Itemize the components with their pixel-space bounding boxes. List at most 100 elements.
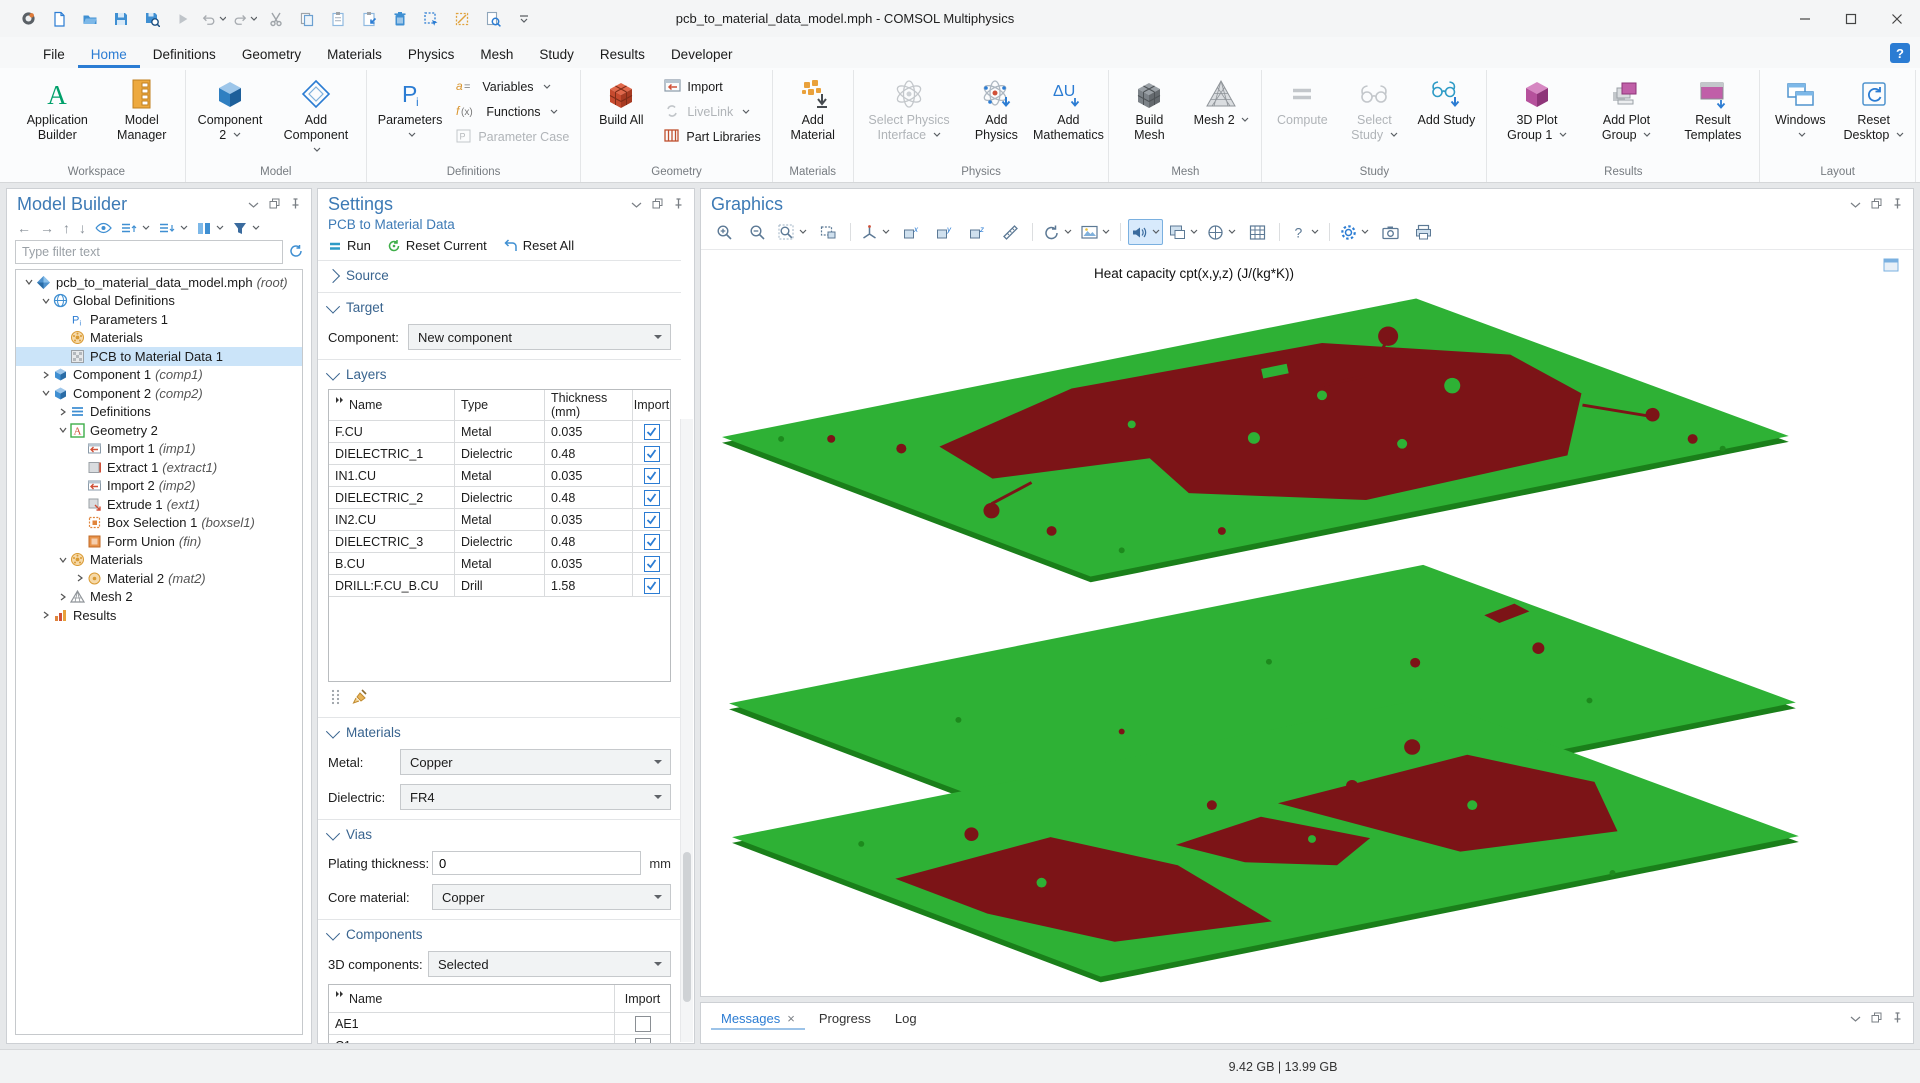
- delete-icon[interactable]: [388, 7, 412, 31]
- layers-table-row[interactable]: B.CUMetal0.035: [329, 553, 670, 575]
- ribbon-button-mesh-2[interactable]: Mesh 2: [1186, 70, 1256, 165]
- import-checkbox[interactable]: [644, 512, 660, 528]
- ribbon-button-add-plot-group[interactable]: Add Plot Group: [1583, 70, 1669, 165]
- zoom-extents-icon[interactable]: [775, 219, 810, 245]
- import-checkbox[interactable]: [644, 556, 660, 572]
- ribbon-button-reset-desktop[interactable]: Reset Desktop: [1837, 70, 1910, 165]
- ribbon-button-component-2[interactable]: Component 2: [191, 70, 269, 165]
- core-material-select[interactable]: Copper: [432, 884, 671, 910]
- refresh-icon[interactable]: [289, 244, 303, 261]
- tree-item-mesh-2[interactable]: Mesh 2: [16, 588, 302, 607]
- tree-item-form-union[interactable]: Form Union(fin): [16, 532, 302, 551]
- ribbon-button-build-all[interactable]: Build All: [586, 70, 656, 165]
- tree-item-import-1[interactable]: Import 1(imp1): [16, 440, 302, 459]
- ribbon-button-variables[interactable]: a=Variables: [452, 78, 573, 96]
- open-icon[interactable]: [78, 7, 102, 31]
- cut-icon[interactable]: [264, 7, 288, 31]
- minimize-button[interactable]: [1782, 0, 1828, 37]
- ribbon-button-result-templates[interactable]: Result Templates: [1672, 70, 1755, 165]
- window-layout-icon[interactable]: [1166, 219, 1201, 245]
- import-checkbox[interactable]: [644, 534, 660, 550]
- paste-into-icon[interactable]: [357, 7, 381, 31]
- zoom-out-icon[interactable]: [742, 219, 772, 245]
- rotate-icon[interactable]: [1040, 219, 1075, 245]
- new-file-icon[interactable]: [47, 7, 71, 31]
- panel-menu-icon[interactable]: [248, 197, 259, 212]
- plot-settings-icon[interactable]: [1337, 219, 1372, 245]
- expander-open-icon[interactable]: [39, 297, 52, 305]
- tree-item-parameters-1[interactable]: PiParameters 1: [16, 310, 302, 329]
- scene-image-icon[interactable]: [1078, 219, 1113, 245]
- ribbon-button-add-physics[interactable]: Add Physics: [961, 70, 1031, 165]
- layers-table-row[interactable]: DIELECTRIC_2Dielectric0.48: [329, 487, 670, 509]
- expander-open-icon[interactable]: [39, 389, 52, 397]
- deselect-icon[interactable]: [450, 7, 474, 31]
- import-checkbox[interactable]: [635, 1038, 651, 1044]
- snapshot-icon[interactable]: [1375, 219, 1405, 245]
- move-down-icon[interactable]: ↓: [79, 220, 86, 236]
- customize-icon[interactable]: [512, 7, 536, 31]
- measure-icon[interactable]: [995, 219, 1025, 245]
- expander-open-icon[interactable]: [22, 278, 35, 286]
- tree-item-material-2[interactable]: Material 2(mat2): [16, 569, 302, 588]
- panel-menu-icon[interactable]: [1850, 1011, 1861, 1026]
- run-button[interactable]: Run: [328, 238, 371, 253]
- tab-messages[interactable]: Messages×: [711, 1007, 805, 1030]
- tree-item-geometry-2[interactable]: AGeometry 2: [16, 421, 302, 440]
- ribbon-button-build-mesh[interactable]: Build Mesh: [1114, 70, 1184, 165]
- section-target-header[interactable]: Target: [328, 300, 671, 315]
- settings-scrollbar[interactable]: [680, 419, 693, 1042]
- close-button[interactable]: [1874, 0, 1920, 37]
- tree-item-materials[interactable]: Materials: [16, 329, 302, 348]
- view-along-z-icon[interactable]: z: [962, 219, 992, 245]
- menu-tab-developer[interactable]: Developer: [658, 42, 746, 68]
- close-icon[interactable]: ×: [787, 1011, 795, 1026]
- layers-table-row[interactable]: IN2.CUMetal0.035: [329, 509, 670, 531]
- panel-menu-icon[interactable]: [631, 197, 642, 212]
- layers-table-row[interactable]: DIELECTRIC_1Dielectric0.48: [329, 443, 670, 465]
- panel-pin-icon[interactable]: [673, 197, 684, 212]
- expander-closed-icon[interactable]: [56, 593, 69, 601]
- ribbon-button-livelink[interactable]: LiveLink: [660, 103, 764, 121]
- zoom-in-icon[interactable]: [709, 219, 739, 245]
- expander-closed-icon[interactable]: [39, 371, 52, 379]
- reset-all-button[interactable]: Reset All: [503, 238, 574, 253]
- zoom-box-icon[interactable]: [813, 219, 843, 245]
- panel-float-icon[interactable]: [652, 197, 663, 212]
- redo-icon[interactable]: [233, 7, 257, 31]
- menu-tab-results[interactable]: Results: [587, 42, 658, 68]
- graphics-canvas[interactable]: Heat capacity cpt(x,y,z) (J/(kg*K)): [701, 250, 1913, 996]
- clear-table-icon[interactable]: [352, 688, 370, 708]
- import-checkbox[interactable]: [644, 424, 660, 440]
- component-select[interactable]: New component: [408, 324, 671, 350]
- orientation-icon[interactable]: [1204, 219, 1239, 245]
- tree-item-definitions[interactable]: Definitions: [16, 403, 302, 422]
- 3d-components-select[interactable]: Selected: [428, 951, 671, 977]
- section-layers-header[interactable]: Layers: [328, 367, 671, 382]
- panel-pin-icon[interactable]: [1892, 197, 1903, 212]
- panel-float-icon[interactable]: [1871, 1011, 1882, 1026]
- components-table-row[interactable]: AE1: [329, 1013, 670, 1035]
- section-source-header[interactable]: Source: [328, 268, 671, 283]
- plot-table-icon[interactable]: [1242, 219, 1272, 245]
- help-icon[interactable]: ?: [1287, 219, 1322, 245]
- speaker-icon[interactable]: [1128, 219, 1163, 245]
- graphics-context-icon[interactable]: [1883, 258, 1899, 275]
- find-icon[interactable]: [481, 7, 505, 31]
- print-icon[interactable]: [1408, 219, 1438, 245]
- menu-tab-study[interactable]: Study: [526, 42, 587, 68]
- ribbon-button-add-material[interactable]: Add Material: [778, 70, 848, 165]
- pcb-3d-scene[interactable]: [701, 250, 1913, 996]
- tree-item-global-definitions[interactable]: Global Definitions: [16, 292, 302, 311]
- reset-current-button[interactable]: Reset Current: [387, 238, 487, 253]
- back-icon[interactable]: ←: [17, 220, 31, 236]
- move-up-icon[interactable]: ↑: [63, 220, 70, 236]
- import-checkbox[interactable]: [644, 578, 660, 594]
- section-materials-header[interactable]: Materials: [328, 725, 671, 740]
- ribbon-button-parameters[interactable]: PiParameters: [372, 70, 449, 165]
- layers-table-row[interactable]: DRILL:F.CU_B.CUDrill1.58: [329, 575, 670, 597]
- import-checkbox[interactable]: [635, 1016, 651, 1032]
- view-along-y-icon[interactable]: y: [929, 219, 959, 245]
- menu-tab-geometry[interactable]: Geometry: [229, 42, 314, 68]
- ribbon-button-import[interactable]: Import: [660, 78, 764, 96]
